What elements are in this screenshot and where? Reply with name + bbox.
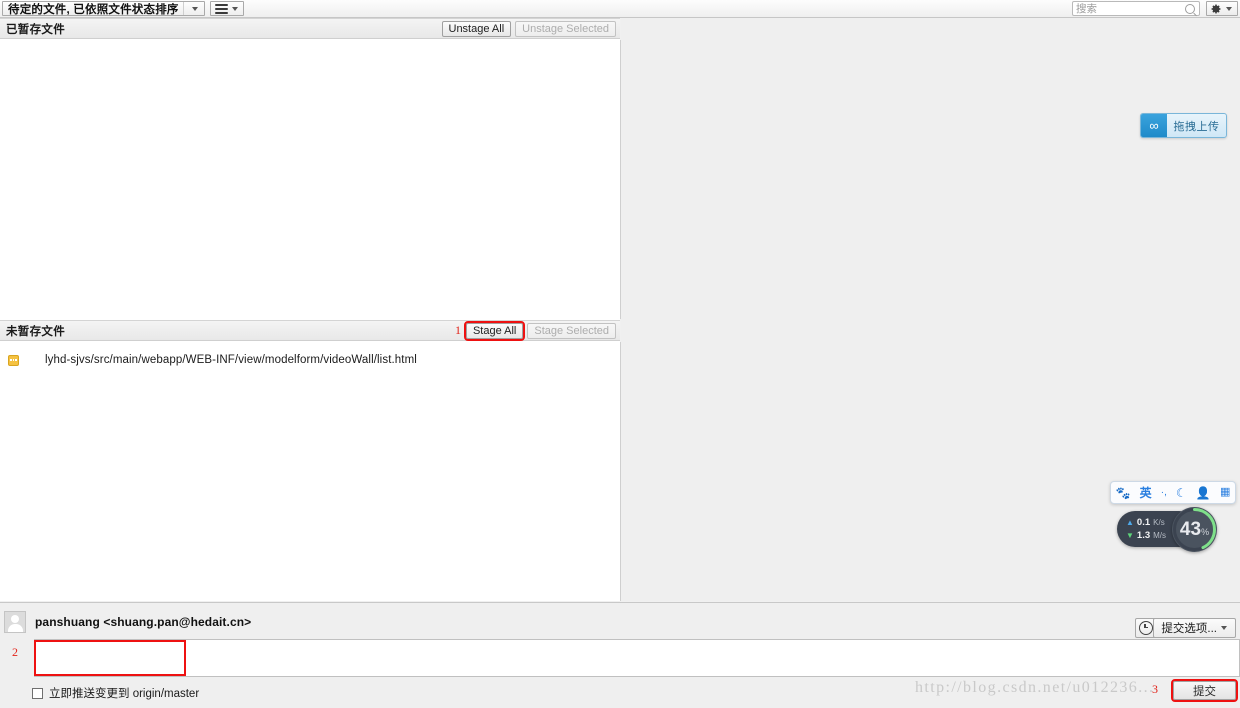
- staged-files-header: 已暂存文件 Unstage All Unstage Selected: [0, 18, 620, 39]
- search-box[interactable]: [1072, 1, 1200, 16]
- search-input[interactable]: [1076, 2, 1182, 15]
- unstaged-files-title: 未暂存文件: [6, 325, 65, 338]
- chevron-down-icon: [1226, 6, 1232, 11]
- push-changes-label: 立即推送变更到 origin/master: [49, 688, 200, 700]
- push-changes-row[interactable]: 立即推送变更到 origin/master: [32, 685, 199, 701]
- avatar: [4, 611, 26, 633]
- avatar-head-shape: [11, 615, 19, 623]
- push-changes-checkbox[interactable]: [32, 687, 43, 699]
- sort-mode-label: 待定的文件, 已依照文件状态排序: [8, 3, 179, 16]
- staged-files-list[interactable]: [0, 40, 621, 319]
- commit-message-highlight[interactable]: [34, 640, 186, 676]
- sort-mode-dropdown[interactable]: 待定的文件, 已依照文件状态排序: [2, 1, 205, 16]
- app-window: 待定的文件, 已依照文件状态排序 已暂存文件 Unstage All Un: [0, 0, 1240, 708]
- staged-files-title: 已暂存文件: [6, 23, 65, 36]
- stage-all-button[interactable]: Stage All: [463, 320, 526, 341]
- commit-message-container: [34, 639, 1240, 677]
- file-path-label: lyhd-sjvs/src/main/webapp/WEB-INF/view/m…: [45, 354, 417, 366]
- step-marker-2: 2: [12, 645, 18, 659]
- commit-options-label: 提交选项...: [1161, 623, 1217, 635]
- chevron-down-icon: [191, 6, 198, 11]
- top-toolbar: 待定的文件, 已依照文件状态排序: [0, 0, 1240, 18]
- commit-options-button[interactable]: 提交选项...: [1153, 618, 1236, 638]
- commit-message-row: 2: [0, 639, 1240, 677]
- step-marker-3: 3: [1152, 682, 1158, 696]
- gauge-ring-icon: [1173, 508, 1216, 551]
- divider: [182, 2, 184, 15]
- user-icon[interactable]: 👤: [1196, 487, 1211, 499]
- network-speed-widget[interactable]: ▲ 0.1 K/s ▼ 1.3 M/s 43 %: [1117, 507, 1217, 552]
- search-icon: [1185, 4, 1195, 14]
- chevron-down-icon: [1221, 626, 1227, 630]
- file-list-item[interactable]: lyhd-sjvs/src/main/webapp/WEB-INF/view/m…: [0, 351, 620, 369]
- settings-button[interactable]: [1206, 1, 1238, 16]
- upload-arrow-icon: ▲: [1126, 517, 1134, 527]
- commit-message-input[interactable]: [36, 642, 184, 674]
- avatar-body-shape: [7, 624, 23, 632]
- cpu-usage-gauge[interactable]: 43 %: [1172, 507, 1217, 552]
- download-speed-unit: M/s: [1153, 531, 1167, 540]
- punctuation-icon[interactable]: ·,: [1161, 487, 1167, 498]
- upload-speed-value: 0.1: [1136, 517, 1151, 528]
- download-speed-value: 1.3: [1136, 530, 1151, 541]
- author-row: panshuang <shuang.pan@hedait.cn> 提交选项...: [0, 609, 1240, 638]
- unstaged-files-header: 未暂存文件 1 Stage All Stage Selected: [0, 320, 620, 341]
- drag-upload-widget[interactable]: ∞ 拖拽上传: [1140, 113, 1227, 138]
- view-menu-button[interactable]: [209, 1, 244, 16]
- baidu-paw-icon[interactable]: 🐾: [1116, 487, 1131, 499]
- grid-icon[interactable]: ▦: [1220, 487, 1230, 498]
- commit-author-label: panshuang <shuang.pan@hedait.cn>: [35, 615, 252, 629]
- drag-upload-label: 拖拽上传: [1173, 120, 1220, 133]
- clock-icon: [1139, 621, 1153, 635]
- gear-icon: [1211, 4, 1221, 13]
- ime-mode-label[interactable]: 英: [1140, 487, 1152, 499]
- step-marker-1: 1: [454, 323, 461, 337]
- modified-file-icon: [8, 354, 19, 366]
- download-arrow-icon: ▼: [1126, 530, 1134, 540]
- unstage-selected-button: Unstage Selected: [515, 20, 616, 37]
- unstaged-files-list[interactable]: lyhd-sjvs/src/main/webapp/WEB-INF/view/m…: [0, 342, 621, 601]
- upload-speed-unit: K/s: [1153, 518, 1165, 527]
- link-chain-icon: ∞: [1141, 114, 1167, 137]
- unstage-all-button[interactable]: Unstage All: [441, 20, 512, 37]
- files-panel: 已暂存文件 Unstage All Unstage Selected 未暂存文件…: [0, 18, 621, 601]
- moon-icon[interactable]: ☾: [1176, 487, 1187, 499]
- ime-toolbar[interactable]: 🐾 英 ·, ☾ 👤 ▦: [1110, 481, 1236, 504]
- commit-button[interactable]: 提交: [1171, 679, 1238, 702]
- stage-selected-button: Stage Selected: [527, 322, 616, 339]
- chevron-down-icon: [231, 6, 238, 11]
- list-menu-icon: [214, 3, 228, 14]
- watermark-text: http://blog.csdn.net/u012236...: [915, 679, 1155, 696]
